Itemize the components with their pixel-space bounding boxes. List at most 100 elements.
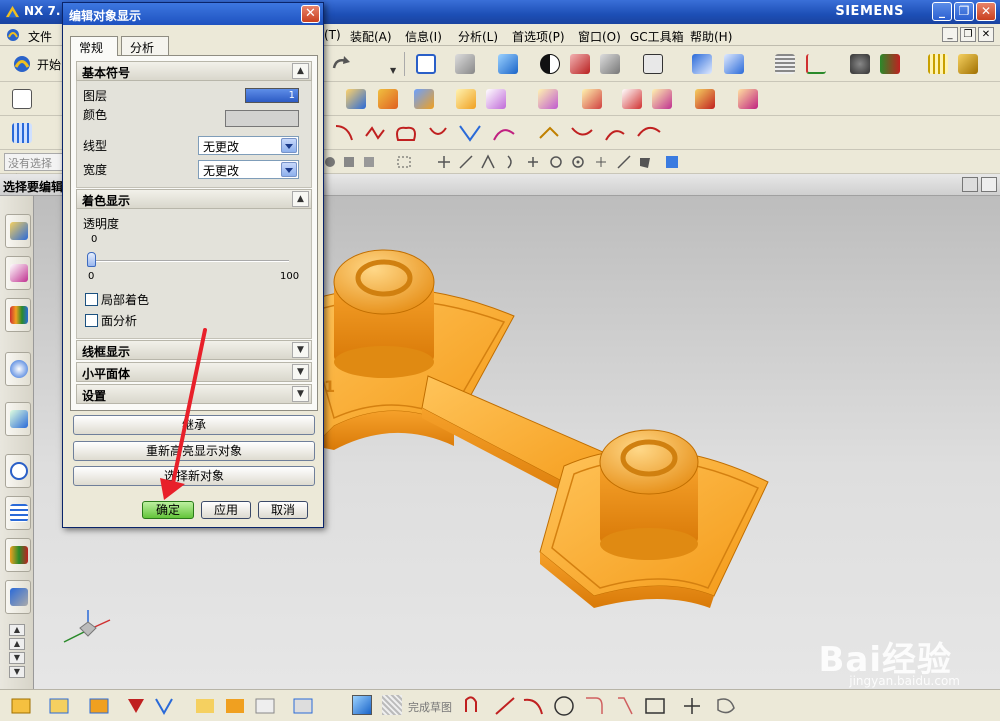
studio-render-icon[interactable] (600, 54, 620, 74)
layer-input[interactable]: 1 (245, 88, 299, 103)
chevron-down-icon[interactable] (281, 162, 297, 177)
layer-settings-icon[interactable] (775, 54, 795, 74)
extrude-icon[interactable] (346, 89, 366, 109)
menu-window[interactable]: 窗口(O) (578, 28, 621, 45)
part-navigator-tab[interactable] (5, 298, 31, 332)
menu-gc-toolbox[interactable]: GC工具箱 (630, 28, 684, 45)
surface-mesh-icon[interactable] (12, 123, 32, 143)
settings-group-header[interactable]: 设置 ▼ (76, 384, 312, 404)
tab-general[interactable]: 常规 (70, 36, 118, 56)
trim-body-icon[interactable] (652, 89, 672, 109)
fullscreen-icon[interactable] (962, 177, 978, 192)
web-browser-tab[interactable] (5, 352, 31, 386)
split-body-icon[interactable] (695, 89, 715, 109)
palette-tab[interactable] (5, 580, 31, 614)
face-analysis-checkbox[interactable] (85, 314, 98, 327)
resource-scroll-bottom[interactable]: ▼ (9, 666, 25, 678)
resource-scroll-top[interactable]: ▲ (9, 638, 25, 650)
sketch-curve-tools[interactable] (462, 694, 772, 718)
close-window-button[interactable]: ✕ (976, 2, 996, 21)
sketch-icon[interactable] (352, 695, 372, 715)
edge-blend-icon[interactable] (456, 89, 476, 109)
menu-file[interactable]: 文件 (28, 28, 52, 45)
measure-distance-icon[interactable] (928, 54, 948, 74)
assembly-tools-group[interactable] (10, 695, 350, 717)
resource-scroll-down[interactable]: ▼ (9, 652, 25, 664)
zoom-icon[interactable] (455, 54, 475, 74)
subtract-icon[interactable] (582, 89, 602, 109)
resource-scroll-up[interactable]: ▲ (9, 624, 25, 636)
revolve-icon[interactable] (378, 89, 398, 109)
tab-analysis[interactable]: 分析 (121, 36, 169, 55)
assembly-navigator-tab[interactable] (5, 214, 31, 248)
type-filter-input[interactable]: 没有选择过 (4, 153, 64, 186)
inherit-button[interactable]: 继承 (73, 415, 315, 435)
edit-curve-group[interactable] (538, 122, 668, 144)
curve-tools-group[interactable] (334, 122, 524, 144)
mdi-close-button[interactable]: ✕ (978, 27, 994, 42)
section-view-icon[interactable] (692, 54, 712, 74)
apply-button[interactable]: 应用 (201, 501, 251, 519)
wcs-icon[interactable] (806, 54, 826, 74)
redo-dropdown[interactable]: ▼ (390, 66, 396, 75)
offset-face-icon[interactable] (738, 89, 758, 109)
re-highlight-objects-button[interactable]: 重新高亮显示对象 (73, 441, 315, 461)
color-swatch[interactable] (225, 110, 299, 127)
sketch-icon[interactable] (12, 89, 32, 109)
chevron-down-icon[interactable] (281, 138, 297, 153)
edges-render-icon[interactable] (570, 54, 590, 74)
menu-preferences[interactable]: 首选项(P) (512, 28, 565, 45)
minimize-button[interactable]: _ (932, 2, 952, 21)
menu-info[interactable]: 信息(I) (405, 28, 442, 45)
background-icon[interactable] (643, 54, 663, 74)
intersect-icon[interactable] (622, 89, 642, 109)
menu-analysis[interactable]: 分析(L) (458, 28, 498, 45)
mdi-minimize-button[interactable]: _ (942, 27, 958, 42)
cancel-button[interactable]: 取消 (258, 501, 308, 519)
width-select[interactable]: 无更改 (198, 160, 299, 179)
measure-angle-icon[interactable] (958, 54, 978, 74)
snap-view-icon[interactable] (850, 54, 870, 74)
chevron-down-icon[interactable]: ▼ (292, 342, 309, 358)
menu-help[interactable]: 帮助(H) (690, 28, 732, 45)
system-materials-tab[interactable] (5, 454, 31, 488)
chevron-down-icon[interactable]: ▼ (292, 386, 309, 402)
redo-icon[interactable] (330, 54, 352, 74)
select-new-objects-button[interactable]: 选择新对象 (73, 466, 315, 486)
start-button[interactable]: 开始 (37, 56, 61, 73)
mdi-restore-button[interactable]: ❐ (960, 27, 976, 42)
chevron-up-icon[interactable]: ▲ (292, 63, 309, 79)
transparency-slider-thumb[interactable] (87, 252, 96, 267)
unite-icon[interactable] (538, 89, 558, 109)
basic-symbol-group-header[interactable]: 基本符号 ▲ (76, 61, 312, 81)
chevron-up-icon[interactable]: ▲ (292, 191, 309, 207)
roles-tab[interactable] (5, 538, 31, 572)
history-tab[interactable] (5, 402, 31, 436)
clip-view-icon[interactable] (724, 54, 744, 74)
linetype-label: 线型 (83, 139, 108, 153)
show-hide-icon[interactable] (880, 54, 900, 74)
menu-assembly[interactable]: 装配(A) (350, 28, 392, 45)
maximize-button[interactable]: ❐ (954, 2, 974, 21)
chevron-down-icon[interactable]: ▼ (292, 364, 309, 380)
fit-view-icon[interactable] (416, 54, 436, 74)
constraint-navigator-tab[interactable] (5, 256, 31, 290)
view-orientation-icon[interactable] (498, 54, 518, 74)
partial-shading-checkbox[interactable] (85, 293, 98, 306)
dialog-close-button[interactable]: ✕ (301, 5, 320, 23)
hole-icon[interactable] (414, 89, 434, 109)
ok-button[interactable]: 确定 (142, 501, 194, 519)
shaded-render-icon[interactable] (540, 54, 560, 74)
linetype-select[interactable]: 无更改 (198, 136, 299, 155)
chamfer-icon[interactable] (486, 89, 506, 109)
menu-tools[interactable]: (T) (324, 28, 341, 42)
snap-point-tools[interactable] (322, 154, 682, 170)
finish-sketch-icon[interactable] (382, 695, 402, 715)
faceted-body-group-header[interactable]: 小平面体 ▼ (76, 362, 312, 382)
wireframe-display-group-header[interactable]: 线框显示 ▼ (76, 340, 312, 360)
process-studio-tab[interactable] (5, 496, 31, 530)
transparency-slider-track[interactable] (91, 260, 289, 262)
fit-window-icon[interactable] (981, 177, 997, 192)
shading-group-header[interactable]: 着色显示 ▲ (76, 189, 312, 209)
finish-sketch-button[interactable]: 完成草图 (408, 699, 452, 715)
